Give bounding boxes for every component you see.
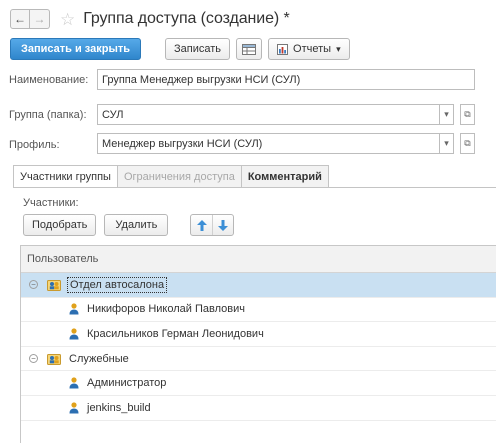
user-icon	[67, 401, 81, 415]
user-icon	[67, 327, 81, 341]
table-structure-icon	[242, 43, 257, 55]
reports-label: Отчеты	[293, 43, 332, 55]
save-and-close-button[interactable]: Записать и закрыть	[10, 38, 142, 60]
user-icon	[67, 302, 81, 316]
table-row[interactable]: jenkins_build	[21, 396, 496, 421]
pick-button[interactable]: Подобрать	[23, 214, 97, 236]
table-row[interactable]: − Отдел автосалона	[21, 273, 496, 298]
arrow-right-icon: →	[33, 12, 46, 26]
table-row[interactable]: Администратор	[21, 371, 496, 396]
save-button[interactable]: Записать	[165, 38, 231, 60]
profile-input[interactable]: Менеджер выгрузки НСИ (СУЛ)	[97, 133, 440, 154]
open-icon: ⧉	[464, 109, 471, 119]
participants-toolbar: Подобрать Удалить	[23, 214, 235, 236]
name-row: Наименование:	[9, 74, 88, 86]
row-label: Отдел автосалона	[67, 276, 168, 293]
chevron-down-icon: ▾	[336, 43, 341, 54]
collapse-icon[interactable]: −	[29, 280, 38, 290]
command-bar: Записать и закрыть Записать Отчеты ▾	[10, 38, 350, 60]
tab-access-restrictions[interactable]: Ограничения доступа	[116, 165, 242, 187]
table-row[interactable]: Никифоров Николай Павлович	[21, 298, 496, 323]
tab-divider	[13, 187, 496, 188]
group-dropdown-button[interactable]: ▾	[439, 104, 454, 125]
collapse-icon[interactable]: −	[29, 354, 38, 364]
group-open-button[interactable]: ⧉	[460, 104, 475, 125]
chevron-down-icon: ▾	[444, 109, 449, 119]
chevron-down-icon: ▾	[444, 138, 449, 148]
forward-button[interactable]: →	[30, 9, 50, 29]
column-header-user[interactable]: Пользователь	[21, 246, 496, 273]
delete-button[interactable]: Удалить	[104, 214, 169, 236]
row-label: Администратор	[87, 377, 167, 390]
table-row[interactable]: Красильников Герман Леонидович	[21, 322, 496, 347]
page-title: Группа доступа (создание) *	[83, 10, 290, 27]
row-label: Служебные	[69, 352, 129, 365]
move-down-button[interactable]	[212, 215, 233, 235]
participants-label: Участники:	[23, 197, 79, 209]
report-icon	[277, 43, 289, 55]
structure-button[interactable]	[236, 38, 263, 60]
profile-label: Профиль:	[9, 139, 60, 151]
tab-bar: Участники группы Ограничения доступа Ком…	[13, 165, 329, 188]
group-row: Группа (папка):	[9, 109, 87, 121]
user-group-icon	[47, 352, 61, 366]
profile-row: Профиль:	[9, 139, 60, 151]
table-row[interactable]: − Служебные	[21, 347, 496, 372]
arrow-up-icon	[196, 219, 207, 231]
name-input[interactable]: Группа Менеджер выгрузки НСИ (СУЛ)	[97, 69, 475, 90]
group-label: Группа (папка):	[9, 109, 87, 121]
tab-group-members[interactable]: Участники группы	[13, 165, 118, 188]
back-button[interactable]: ←	[10, 9, 30, 29]
group-input[interactable]: СУЛ	[97, 104, 440, 125]
user-group-icon	[47, 278, 61, 292]
name-label: Наименование:	[9, 74, 89, 86]
open-icon: ⧉	[464, 138, 471, 148]
move-buttons	[190, 214, 235, 236]
title-bar: ← → ☆ Группа доступа (создание) *	[10, 7, 290, 31]
profile-open-button[interactable]: ⧉	[460, 133, 475, 154]
row-label: jenkins_build	[87, 401, 151, 414]
arrow-left-icon: ←	[14, 12, 26, 26]
row-label: Красильников Герман Леонидович	[87, 327, 264, 340]
profile-dropdown-button[interactable]: ▾	[439, 133, 454, 154]
favorite-star-icon[interactable]: ☆	[60, 11, 75, 28]
participants-table: Пользователь − Отдел автосалона Никифоро…	[20, 245, 496, 443]
arrow-down-icon	[218, 219, 229, 231]
move-up-button[interactable]	[191, 215, 212, 235]
tab-comment[interactable]: Комментарий	[240, 165, 329, 187]
row-label: Никифоров Николай Павлович	[87, 303, 245, 316]
user-icon	[67, 376, 81, 390]
reports-button[interactable]: Отчеты ▾	[268, 38, 350, 60]
